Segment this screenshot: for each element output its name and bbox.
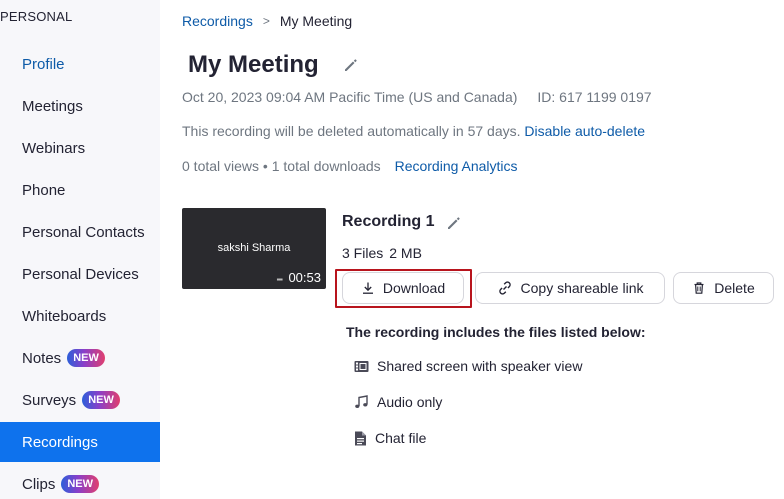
breadcrumb-current: My Meeting: [279, 13, 353, 29]
recording-analytics-link[interactable]: Recording Analytics: [395, 158, 518, 174]
sidebar: PERSONAL Profile Meetings Webinars Phone…: [0, 0, 160, 499]
download-button[interactable]: Download: [342, 272, 464, 304]
sidebar-item-label: Profile: [22, 55, 65, 73]
thumbnail-dots-icon: ▪▪▪: [276, 275, 282, 284]
meeting-meta: Oct 20, 2023 09:04 AM Pacific Time (US a…: [182, 89, 652, 105]
recording-meta: 3 Files 2 MB: [342, 245, 422, 261]
page-title: My Meeting: [188, 51, 319, 78]
delete-button[interactable]: Delete: [673, 272, 774, 304]
edit-title-pencil-icon[interactable]: [343, 57, 359, 73]
disable-auto-delete-link[interactable]: Disable auto-delete: [524, 123, 645, 139]
trash-icon: [694, 282, 704, 294]
recording-title: Recording 1: [342, 213, 435, 230]
sidebar-item-clips[interactable]: Clips NEW: [0, 464, 160, 499]
download-button-label: Download: [382, 280, 446, 296]
auto-delete-text: This recording will be deleted automatic…: [182, 123, 521, 139]
document-icon: [355, 431, 366, 445]
link-icon: [498, 281, 511, 295]
views-downloads-count: 0 total views • 1 total downloads: [182, 158, 381, 174]
sidebar-item-webinars[interactable]: Webinars: [0, 128, 160, 168]
download-icon: [362, 282, 373, 294]
meeting-datetime: Oct 20, 2023 09:04 AM Pacific Time (US a…: [182, 89, 518, 105]
file-item-shared-screen[interactable]: Shared screen with speaker view: [354, 356, 582, 376]
sidebar-item-personal-contacts[interactable]: Personal Contacts: [0, 212, 160, 252]
sidebar-item-label: Clips: [22, 475, 56, 493]
recording-stats: 0 total views • 1 total downloads Record…: [182, 158, 518, 174]
breadcrumb: Recordings > My Meeting: [182, 13, 352, 29]
sidebar-item-whiteboards[interactable]: Whiteboards: [0, 296, 160, 336]
sidebar-item-label: Surveys: [22, 391, 77, 409]
sidebar-item-label: Personal Contacts: [22, 223, 145, 241]
sidebar-item-label: Recordings: [22, 433, 98, 451]
auto-delete-notice: This recording will be deleted automatic…: [182, 123, 645, 139]
sidebar-item-recordings[interactable]: Recordings: [0, 422, 160, 462]
breadcrumb-recordings-link[interactable]: Recordings: [182, 13, 253, 29]
meeting-id: ID: 617 1199 0197: [537, 89, 652, 105]
recording-file-count: 3 Files: [342, 245, 384, 261]
file-item-label: Audio only: [377, 394, 443, 410]
sidebar-section-header: PERSONAL: [0, 9, 73, 24]
file-item-label: Shared screen with speaker view: [377, 358, 583, 374]
recording-duration: 00:53: [288, 270, 321, 285]
thumbnail-participant-name: sakshi Sharma: [217, 242, 291, 254]
file-item-label: Chat file: [375, 430, 427, 446]
sidebar-item-label: Phone: [22, 181, 66, 199]
sidebar-item-personal-devices[interactable]: Personal Devices: [0, 254, 160, 294]
delete-button-label: Delete: [714, 280, 755, 296]
sidebar-item-label: Whiteboards: [22, 307, 107, 325]
sidebar-item-label: Notes: [22, 349, 62, 367]
included-files-heading: The recording includes the files listed …: [346, 324, 646, 340]
recording-thumbnail[interactable]: sakshi Sharma ▪▪▪ 00:53: [182, 208, 326, 289]
sidebar-item-surveys[interactable]: Surveys NEW: [0, 380, 160, 420]
new-badge: NEW: [67, 349, 105, 367]
sidebar-item-meetings[interactable]: Meetings: [0, 86, 160, 126]
new-badge: NEW: [61, 475, 100, 493]
breadcrumb-separator: >: [262, 14, 270, 28]
recording-size: 2 MB: [389, 245, 422, 261]
sidebar-item-notes[interactable]: Notes NEW: [0, 338, 160, 378]
sidebar-item-phone[interactable]: Phone: [0, 170, 160, 210]
sidebar-item-profile[interactable]: Profile: [0, 44, 160, 84]
copy-shareable-link-button[interactable]: Copy shareable link: [475, 272, 665, 304]
video-film-icon: [354, 360, 369, 372]
file-item-chat-file[interactable]: Chat file: [354, 428, 426, 448]
edit-recording-pencil-icon[interactable]: [446, 215, 462, 231]
new-badge: NEW: [82, 391, 120, 409]
sidebar-item-label: Personal Devices: [22, 265, 139, 283]
music-note-icon: [355, 394, 368, 408]
sidebar-item-label: Webinars: [22, 139, 86, 157]
sidebar-item-label: Meetings: [22, 97, 83, 115]
copy-link-label: Copy shareable link: [520, 280, 644, 296]
file-item-audio-only[interactable]: Audio only: [354, 392, 442, 412]
